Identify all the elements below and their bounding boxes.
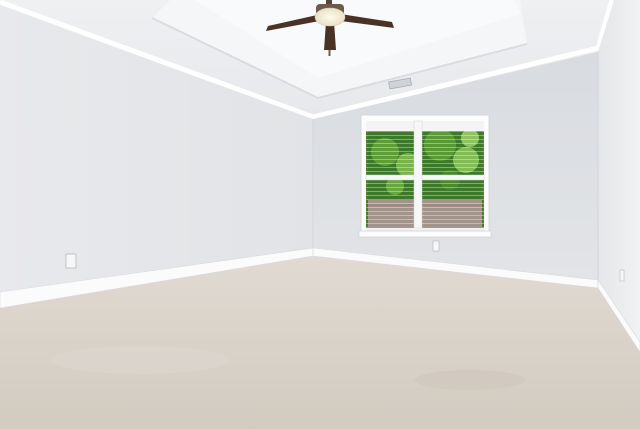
outlet-right [619, 269, 625, 282]
window-sill [358, 230, 492, 238]
outlet-back [432, 240, 440, 252]
fan-light-glass [314, 7, 346, 27]
window [358, 114, 492, 238]
room-photo [0, 0, 640, 429]
outlet-left [65, 253, 77, 269]
